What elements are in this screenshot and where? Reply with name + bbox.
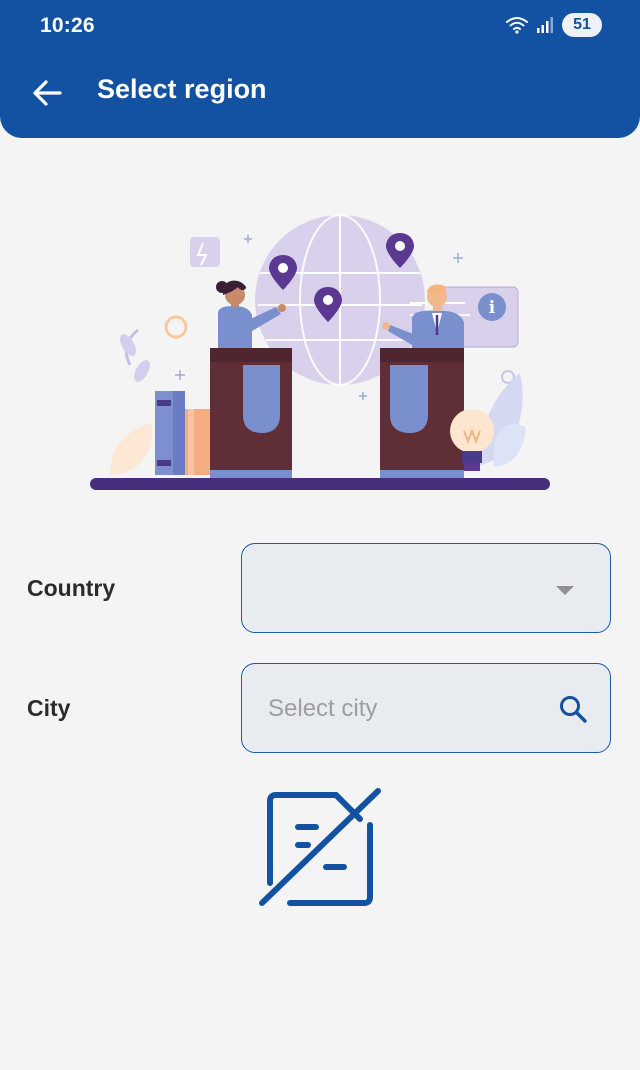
- app-bar: 10:26 51 Select region: [0, 0, 640, 138]
- wifi-icon: [506, 17, 528, 34]
- signal-icon: [537, 17, 553, 33]
- page-title: Select region: [97, 74, 267, 104]
- arrow-left-icon: [33, 80, 62, 106]
- country-label: Country: [27, 575, 116, 601]
- status-time: 10:26: [40, 14, 95, 37]
- city-label: City: [27, 695, 71, 721]
- region-illustration: i: [90, 214, 550, 490]
- no-documents-icon: [259, 788, 381, 906]
- search-icon[interactable]: [558, 694, 588, 724]
- country-dropdown[interactable]: [241, 543, 611, 633]
- city-input[interactable]: [266, 664, 540, 754]
- chevron-down-icon: [556, 586, 574, 595]
- svg-text:i: i: [489, 298, 496, 318]
- status-icons: 51: [506, 13, 602, 37]
- city-search-field: [241, 663, 611, 754]
- battery-icon: 51: [562, 13, 602, 37]
- back-button[interactable]: [26, 72, 68, 114]
